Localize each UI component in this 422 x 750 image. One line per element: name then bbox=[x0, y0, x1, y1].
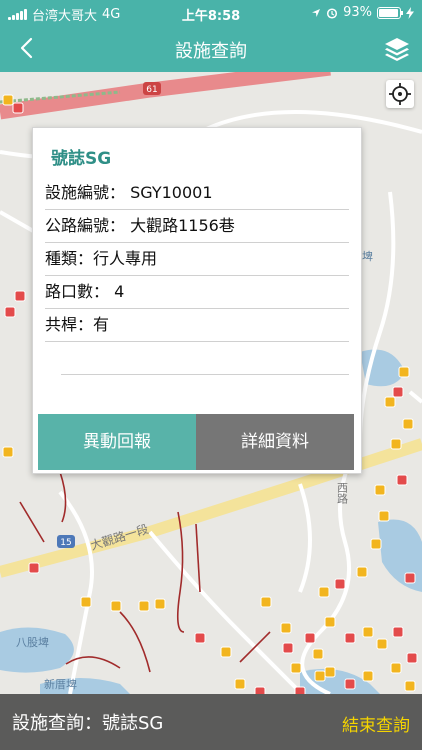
facility-marker-yellow[interactable] bbox=[398, 366, 410, 378]
facility-marker-yellow[interactable] bbox=[154, 598, 166, 610]
facility-marker-red[interactable] bbox=[304, 632, 316, 644]
facility-marker-yellow[interactable] bbox=[390, 438, 402, 450]
nav-bar: 設施查詢 bbox=[0, 26, 422, 72]
card-title: 號誌SG bbox=[51, 149, 112, 169]
charging-bolt-icon bbox=[406, 6, 414, 19]
facility-marker-red[interactable] bbox=[334, 578, 346, 590]
facility-marker-yellow[interactable] bbox=[290, 662, 302, 674]
facility-marker-yellow[interactable] bbox=[374, 484, 386, 496]
facility-marker-red[interactable] bbox=[14, 290, 26, 302]
layers-icon[interactable] bbox=[382, 34, 412, 64]
shared-pole-row: 共桿：有 bbox=[45, 308, 349, 342]
report-change-button[interactable]: 異動回報 bbox=[38, 414, 196, 470]
facility-marker-yellow[interactable] bbox=[404, 680, 416, 692]
place-label: 埤 bbox=[362, 250, 373, 263]
facility-marker-red[interactable] bbox=[396, 474, 408, 486]
detail-button[interactable]: 詳細資料 bbox=[196, 414, 354, 470]
page-title: 設施查詢 bbox=[175, 41, 247, 62]
query-status-text: 設施查詢：號誌SG bbox=[12, 713, 164, 734]
battery-percent: 93% bbox=[343, 5, 372, 20]
facility-marker-yellow[interactable] bbox=[260, 596, 272, 608]
facility-marker-yellow[interactable] bbox=[402, 418, 414, 430]
facility-marker-yellow[interactable] bbox=[234, 678, 246, 690]
facility-marker-red[interactable] bbox=[282, 642, 294, 654]
battery-icon bbox=[377, 6, 403, 19]
facility-marker-yellow[interactable] bbox=[356, 566, 368, 578]
facility-marker-yellow[interactable] bbox=[324, 616, 336, 628]
facility-marker-yellow[interactable] bbox=[314, 670, 326, 682]
road-id-row: 公路編號： 大觀路1156巷 bbox=[45, 209, 349, 243]
facility-marker-yellow[interactable] bbox=[2, 94, 14, 106]
intersection-count-row: 路口數： 4 bbox=[45, 275, 349, 309]
facility-marker-red[interactable] bbox=[194, 632, 206, 644]
facility-marker-red[interactable] bbox=[404, 572, 416, 584]
facility-marker-red[interactable] bbox=[4, 306, 16, 318]
place-label: 新厝埤 bbox=[44, 677, 77, 691]
highway-label: 61 bbox=[146, 85, 157, 95]
facility-info-card: 號誌SG 設施編號： SGY10001 公路編號： 大觀路1156巷 種類：行人… bbox=[32, 127, 362, 474]
facility-marker-yellow[interactable] bbox=[384, 396, 396, 408]
facility-marker-red[interactable] bbox=[392, 626, 404, 638]
route-label: 15 bbox=[60, 538, 71, 548]
facility-marker-red[interactable] bbox=[406, 652, 418, 664]
place-label: 八股埤 bbox=[16, 636, 49, 649]
facility-marker-red[interactable] bbox=[392, 386, 404, 398]
facility-marker-yellow[interactable] bbox=[110, 600, 122, 612]
facility-marker-yellow[interactable] bbox=[138, 600, 150, 612]
facility-marker-yellow[interactable] bbox=[2, 446, 14, 458]
end-query-button[interactable]: 結束查詢 bbox=[342, 711, 410, 736]
facility-id-row: 設施編號： SGY10001 bbox=[45, 176, 349, 210]
crosshair-icon[interactable] bbox=[386, 80, 414, 108]
alarm-icon bbox=[327, 7, 338, 19]
facility-marker-yellow[interactable] bbox=[312, 648, 324, 660]
type-row: 種類：行人專用 bbox=[45, 242, 349, 276]
empty-row bbox=[61, 341, 349, 375]
facility-marker-yellow[interactable] bbox=[378, 510, 390, 522]
facility-marker-yellow[interactable] bbox=[390, 662, 402, 674]
facility-marker-red[interactable] bbox=[344, 678, 356, 690]
facility-marker-yellow[interactable] bbox=[362, 626, 374, 638]
facility-marker-yellow[interactable] bbox=[318, 586, 330, 598]
status-bar: 台湾大哥大 4G 上午8:58 93% bbox=[0, 0, 422, 26]
facility-marker-red[interactable] bbox=[294, 686, 306, 694]
facility-marker-yellow[interactable] bbox=[376, 638, 388, 650]
water-body bbox=[0, 627, 74, 673]
facility-marker-red[interactable] bbox=[254, 686, 266, 694]
facility-marker-red[interactable] bbox=[344, 632, 356, 644]
road-name-label: 西路 bbox=[336, 482, 349, 505]
facility-marker-yellow[interactable] bbox=[324, 666, 336, 678]
query-status-bar: 設施查詢：號誌SG 結束查詢 bbox=[0, 694, 422, 750]
facility-marker-yellow[interactable] bbox=[280, 622, 292, 634]
facility-marker-yellow[interactable] bbox=[220, 646, 232, 658]
facility-marker-red[interactable] bbox=[12, 102, 24, 114]
facility-marker-red[interactable] bbox=[28, 562, 40, 574]
location-arrow-icon bbox=[312, 8, 321, 17]
facility-marker-yellow[interactable] bbox=[370, 538, 382, 550]
facility-marker-yellow[interactable] bbox=[362, 670, 374, 682]
facility-marker-yellow[interactable] bbox=[80, 596, 92, 608]
